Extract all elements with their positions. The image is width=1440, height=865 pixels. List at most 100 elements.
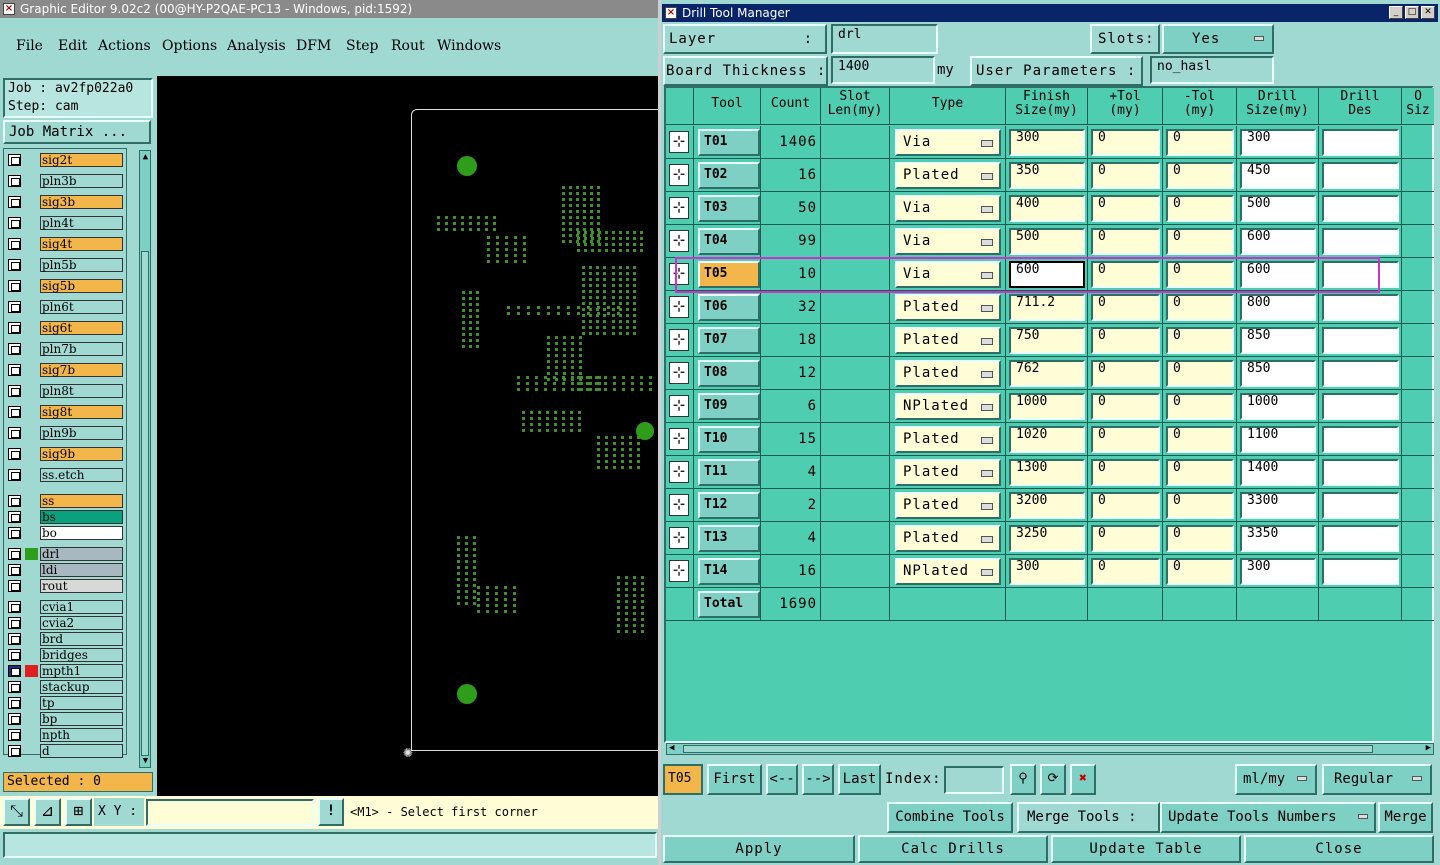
layer-color-swatch[interactable] — [25, 364, 38, 376]
layer-row[interactable]: sig4t — [8, 237, 126, 251]
tool-name[interactable]: T12 — [698, 492, 760, 519]
layer-row[interactable]: tp — [8, 696, 126, 710]
drill-size-input[interactable]: 850 — [1240, 327, 1316, 354]
tool-edit-icon[interactable]: ⊹ — [669, 197, 689, 219]
drill-size-input[interactable]: 3350 — [1240, 525, 1316, 552]
layer-checkbox[interactable] — [8, 495, 21, 507]
minus-tol-input[interactable]: 0 — [1166, 162, 1234, 189]
layer-row[interactable]: bs — [8, 510, 126, 524]
layer-checkbox[interactable] — [8, 259, 21, 271]
table-row[interactable]: ⊹ T05 10 Via 600 0 0 600 — [666, 258, 1434, 291]
scroll-thumb[interactable] — [141, 251, 149, 756]
type-select[interactable]: NPlated — [895, 558, 1001, 585]
minus-tol-input[interactable]: 0 — [1166, 327, 1234, 354]
tool-edit-icon[interactable]: ⊹ — [669, 527, 689, 549]
layer-row[interactable]: sig8t — [8, 405, 126, 419]
layer-color-swatch[interactable] — [25, 633, 38, 645]
layer-checkbox[interactable] — [8, 649, 21, 661]
layer-name[interactable]: drl — [40, 547, 123, 561]
layer-row[interactable]: pln6t — [8, 300, 126, 314]
type-select[interactable]: Via — [895, 261, 1001, 288]
minus-tol-input[interactable]: 0 — [1166, 261, 1234, 288]
layer-name[interactable]: pln7b — [40, 342, 123, 356]
drill-window-titlebar[interactable]: × Drill Tool Manager _ □ ✕ — [662, 4, 1438, 22]
graphics-canvas[interactable]: ✺ — [157, 76, 658, 796]
layer-color-swatch[interactable] — [25, 406, 38, 418]
layer-name[interactable]: sig4t — [40, 237, 123, 251]
layer-row[interactable]: ldi — [8, 563, 126, 577]
layer-checkbox[interactable] — [8, 601, 21, 613]
type-select[interactable]: Via — [895, 129, 1001, 156]
menu-dfm[interactable]: DFM — [296, 38, 331, 54]
board-thickness-input[interactable]: 1400 — [831, 56, 935, 84]
table-row[interactable]: ⊹ T02 16 Plated 350 0 0 450 — [666, 159, 1434, 192]
table-row[interactable]: ⊹ T03 50 Via 400 0 0 500 — [666, 192, 1434, 225]
table-row[interactable]: ⊹ T08 12 Plated 762 0 0 850 — [666, 357, 1434, 390]
layer-name[interactable]: bo — [40, 526, 123, 540]
layer-color-swatch[interactable] — [25, 154, 38, 166]
layer-row[interactable]: pln8t — [8, 384, 126, 398]
layer-input[interactable]: drl — [831, 24, 938, 54]
layer-row[interactable]: ss — [8, 494, 126, 508]
menu-edit[interactable]: Edit — [58, 38, 87, 54]
graphic-editor-titlebar[interactable]: × Graphic Editor 9.02c2 (00@HY-P2QAE-PC1… — [0, 0, 658, 18]
drill-des-input[interactable] — [1322, 327, 1399, 354]
layer-name[interactable]: pln6t — [40, 300, 123, 314]
finish-size-input[interactable]: 711.2 — [1009, 294, 1085, 321]
layer-row[interactable]: pln5b — [8, 258, 126, 272]
user-params-input[interactable]: no_hasl — [1150, 56, 1274, 84]
minus-tol-input[interactable]: 0 — [1166, 558, 1234, 585]
table-row[interactable]: ⊹ T04 99 Via 500 0 0 600 — [666, 225, 1434, 258]
minus-tol-input[interactable]: 0 — [1166, 228, 1234, 255]
minus-tol-input[interactable]: 0 — [1166, 459, 1234, 486]
drill-size-input[interactable]: 500 — [1240, 195, 1316, 222]
layer-name[interactable]: ldi — [40, 563, 123, 577]
tool-edit-icon[interactable]: ⊹ — [669, 395, 689, 417]
menu-analysis[interactable]: Analysis — [227, 38, 286, 54]
drill-des-input[interactable] — [1322, 492, 1399, 519]
layer-row[interactable]: drl — [8, 547, 126, 561]
drill-des-input[interactable] — [1322, 426, 1399, 453]
drill-des-input[interactable] — [1322, 525, 1399, 552]
drill-des-input[interactable] — [1322, 261, 1399, 288]
minus-tol-input[interactable]: 0 — [1166, 492, 1234, 519]
menu-file[interactable]: File — [16, 38, 43, 54]
slots-select[interactable]: Yes — [1162, 24, 1274, 54]
minus-tol-input[interactable]: 0 — [1166, 129, 1234, 156]
drill-size-input[interactable]: 450 — [1240, 162, 1316, 189]
plus-tol-input[interactable]: 0 — [1091, 228, 1160, 255]
layer-name[interactable]: sig9b — [40, 447, 123, 461]
type-select[interactable]: Plated — [895, 294, 1001, 321]
tool-name[interactable]: T10 — [698, 426, 760, 453]
plus-tol-input[interactable]: 0 — [1091, 162, 1160, 189]
minus-tol-input[interactable]: 0 — [1166, 360, 1234, 387]
layer-name[interactable]: rout — [40, 579, 123, 593]
tool-name[interactable]: T02 — [698, 162, 760, 189]
layer-checkbox[interactable] — [8, 511, 21, 523]
drill-size-input[interactable]: 300 — [1240, 558, 1316, 585]
tool-name[interactable]: T07 — [698, 327, 760, 354]
plus-tol-input[interactable]: 0 — [1091, 426, 1160, 453]
table-row[interactable]: ⊹ T14 16 NPlated 300 0 0 300 — [666, 555, 1434, 588]
last-button[interactable]: Last — [838, 764, 881, 795]
layer-name[interactable]: pln5b — [40, 258, 123, 272]
drill-des-input[interactable] — [1322, 459, 1399, 486]
first-button[interactable]: First — [707, 764, 762, 795]
plus-tol-input[interactable]: 0 — [1091, 327, 1160, 354]
layer-name[interactable]: ss — [40, 494, 123, 508]
finish-size-input[interactable]: 500 — [1009, 228, 1085, 255]
layer-checkbox[interactable] — [8, 469, 21, 481]
layer-checkbox[interactable] — [8, 280, 21, 292]
layer-row[interactable]: cvia1 — [8, 600, 126, 614]
layer-color-swatch[interactable] — [25, 259, 38, 271]
plus-tol-input[interactable]: 0 — [1091, 294, 1160, 321]
table-hscrollbar[interactable]: ◀ ▶ — [666, 743, 1434, 755]
layer-checkbox[interactable] — [8, 364, 21, 376]
grid-icon[interactable]: ⊞ — [65, 798, 92, 826]
drill-size-input[interactable]: 600 — [1240, 228, 1316, 255]
table-row[interactable]: ⊹ T12 2 Plated 3200 0 0 3300 — [666, 489, 1434, 522]
layer-color-swatch[interactable] — [25, 238, 38, 250]
layer-name[interactable]: d — [40, 744, 123, 758]
layer-color-swatch[interactable] — [25, 175, 38, 187]
type-select[interactable]: NPlated — [895, 393, 1001, 420]
